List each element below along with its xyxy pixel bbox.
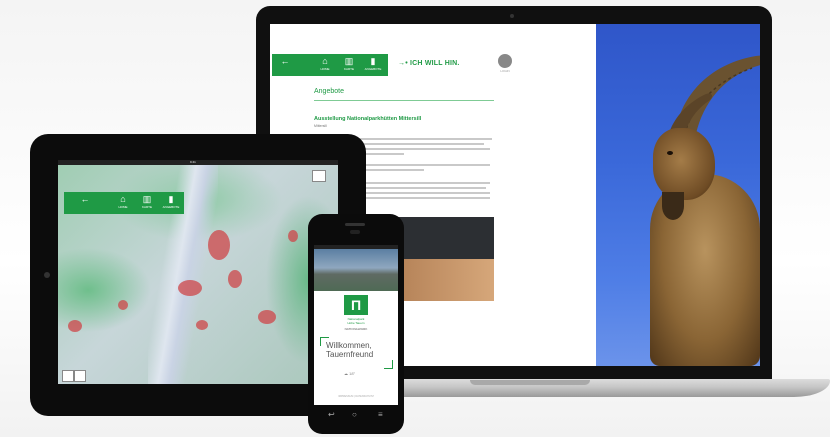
ibex-head: [653, 128, 715, 200]
tablet-nav-offers-label: ANGEBOTE: [162, 205, 180, 209]
menu-key[interactable]: ≡: [378, 410, 383, 419]
map-area-marker[interactable]: [288, 230, 298, 242]
brand-subtitle: NATIONALPARK: [344, 327, 368, 331]
ibex-beard: [662, 192, 684, 220]
tablet-camera: [44, 272, 50, 278]
map-area-marker[interactable]: [68, 320, 82, 332]
brand-name: Nationalpark Hohe Tauern: [332, 317, 380, 325]
phone-screen: Π Nationalpark Hohe Tauern NATIONALPARK …: [314, 245, 398, 405]
user-icon[interactable]: [498, 54, 512, 68]
tablet-nav-home-label: HOME: [118, 205, 128, 209]
web-nav-bar: ← ⌂ HOME ▥ KARTE ▮ ANGEBOTE: [272, 54, 388, 76]
phone-speaker: [345, 223, 365, 226]
web-back-button[interactable]: ←: [274, 57, 296, 66]
tablet-screen: 9:41 ← ⌂ HOME ▥ KARTE ▮ ANGEBOTE: [58, 160, 338, 384]
map-area-marker[interactable]: [196, 320, 208, 330]
phone-hardware-keys: ↩ ○ ≡: [318, 410, 394, 424]
web-nav-home-label: HOME: [320, 67, 330, 71]
phone-footer-links[interactable]: IMPRESSUM | DATENSCHUTZ: [328, 395, 384, 398]
arrow-dot-icon: →•: [398, 60, 408, 67]
web-nav-map[interactable]: ▥ KARTE: [338, 57, 360, 72]
map-area-marker[interactable]: [258, 310, 276, 324]
tablet-back-button[interactable]: ←: [74, 195, 96, 204]
weather-widget[interactable]: ☁ 18°: [344, 371, 355, 376]
web-nav-offers[interactable]: ▮ ANGEBOTE: [362, 57, 384, 72]
bracket-decoration: [384, 360, 393, 369]
map-icon: ▥: [142, 194, 152, 204]
bookmark-icon: ▮: [168, 194, 174, 204]
i-will-link[interactable]: →• ICH WILL HIN.: [398, 60, 460, 67]
tablet-status-bar: 9:41: [58, 160, 338, 165]
laptop-camera: [510, 14, 514, 18]
ibex-eye: [667, 151, 673, 155]
web-nav-map-label: KARTE: [344, 67, 354, 71]
article-subtitle: Mittersill: [314, 124, 327, 128]
tablet-nav-map-label: KARTE: [142, 205, 152, 209]
web-nav-offers-label: ANGEBOTE: [364, 67, 382, 71]
home-icon: ⌂: [120, 194, 126, 204]
map-area-marker[interactable]: [228, 270, 242, 288]
status-time: 9:41: [190, 160, 196, 164]
back-arrow-icon: ←: [280, 56, 290, 66]
brand-line-2: Hohe Tauern: [347, 321, 365, 325]
park-logo: Π: [344, 295, 368, 315]
tablet-nav-bar: ← ⌂ HOME ▥ KARTE ▮ ANGEBOTE: [64, 192, 184, 214]
phone-camera: [350, 230, 360, 234]
user-label: LOGIN: [500, 69, 510, 73]
layers-button[interactable]: [62, 370, 74, 382]
bookmark-icon: ▮: [370, 56, 376, 66]
tablet-nav-offers[interactable]: ▮ ANGEBOTE: [160, 195, 182, 210]
map-settings-button[interactable]: [312, 170, 326, 182]
welcome-line-1: Willkommen,: [326, 341, 372, 350]
section-heading: Angebote: [314, 88, 344, 95]
back-arrow-icon: ←: [80, 194, 90, 204]
map-icon: ▥: [344, 56, 354, 66]
welcome-line-2: Tauernfreund: [326, 350, 374, 359]
map-area-marker[interactable]: [178, 280, 202, 296]
web-nav-home[interactable]: ⌂ HOME: [314, 57, 336, 72]
heading-divider: [314, 100, 494, 101]
tablet-nav-home[interactable]: ⌂ HOME: [112, 195, 134, 210]
map-area-marker[interactable]: [208, 230, 230, 260]
phone-hero-image: [314, 249, 398, 291]
laptop-notch: [470, 380, 590, 385]
home-icon: ⌂: [322, 56, 328, 66]
back-key[interactable]: ↩: [328, 410, 335, 419]
article-title[interactable]: Ausstellung Nationalparkhütten Mittersil…: [314, 116, 421, 122]
home-key[interactable]: ○: [352, 410, 357, 419]
map-area-marker[interactable]: [118, 300, 128, 310]
locate-button[interactable]: [74, 370, 86, 382]
tablet-nav-map[interactable]: ▥ KARTE: [136, 195, 158, 210]
i-will-label: ICH WILL HIN.: [410, 60, 460, 67]
